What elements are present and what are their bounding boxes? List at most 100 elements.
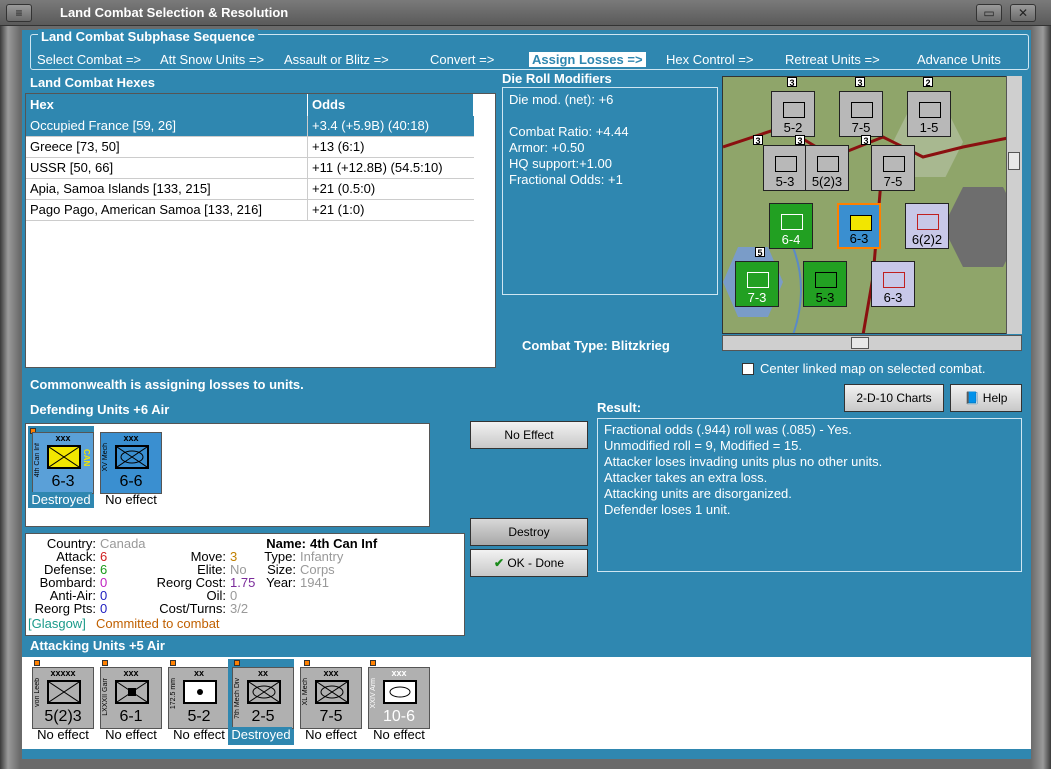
hex-row[interactable]: USSR [50, 66] +11 (+12.8B) (54.5:10) — [26, 158, 474, 179]
unit-size: xxxxx — [50, 668, 76, 678]
status-dot — [102, 660, 108, 666]
result-line: Fractional odds (.944) roll was (.085) -… — [604, 422, 852, 437]
attacking-unit[interactable]: xxx LXXXII Garr 6-1 — [100, 667, 162, 729]
unit-status: No effect — [373, 727, 425, 742]
unit-symbol — [883, 156, 905, 172]
map-unit[interactable]: 5-3 — [763, 145, 807, 191]
close-button[interactable]: ✕ — [1010, 4, 1036, 22]
unit-status: Destroyed — [30, 492, 92, 507]
window-menu-button[interactable]: ≡ — [6, 4, 32, 22]
window-titlebar: ≡ Land Combat Selection & Resolution ▭ ✕ — [0, 0, 1051, 26]
attacking-unit[interactable]: xx 172.5 mm 5-2 — [168, 667, 230, 729]
result-box: Fractional odds (.944) roll was (.085) -… — [597, 418, 1022, 572]
map-unit-label: 6-3 — [849, 231, 869, 246]
status-dot — [234, 660, 240, 666]
map-vertical-scrollbar[interactable] — [1006, 76, 1022, 334]
assigning-message: Commonwealth is assigning losses to unit… — [30, 377, 304, 392]
center-map-checkbox[interactable] — [742, 363, 754, 375]
modifier-spacer — [509, 108, 711, 124]
hex-row[interactable]: Pago Pago, American Samoa [133, 216] +21… — [26, 200, 474, 221]
map-unit[interactable]: 7-5 — [839, 91, 883, 137]
unit-size: xxx — [123, 433, 139, 443]
ok-done-label: OK - Done — [507, 556, 565, 570]
help-book-icon: 📘 — [964, 391, 980, 405]
status-dot — [304, 660, 310, 666]
defending-title: Defending Units +6 Air — [30, 402, 170, 417]
modifier-line: Combat Ratio: +4.44 — [509, 124, 629, 139]
unit-name: 172.5 mm — [170, 678, 177, 710]
combat-type: Combat Type: Blitzkrieg — [522, 338, 670, 353]
map-unit-selected[interactable]: 6-3 — [837, 203, 881, 249]
costturns-label: Cost/Turns: — [159, 601, 226, 616]
year-label: Year: — [266, 575, 296, 590]
step-advance-units: Advance Units — [917, 52, 1001, 67]
unit-size: xxx — [123, 668, 139, 678]
unit-size: xxx — [391, 668, 407, 678]
unit-combat-status: Committed to combat — [96, 616, 220, 631]
destroy-button[interactable]: Destroy — [470, 518, 588, 546]
defending-unit[interactable]: xxx 4th Can Inf CAN 6-3 — [32, 432, 94, 494]
subphase-title: Land Combat Subphase Sequence — [38, 29, 258, 44]
center-map-option[interactable]: Center linked map on selected combat. — [742, 361, 985, 376]
attacking-unit[interactable]: xxx XXIV Arm 10-6 — [368, 667, 430, 729]
linked-map[interactable]: 5-2 3 7-5 3 1-5 2 5-3 3 5(2)3 3 7-5 3 6-… — [722, 76, 1022, 334]
map-unit[interactable]: 6-3 — [871, 261, 915, 307]
scroll-thumb[interactable] — [851, 337, 869, 349]
scroll-thumb[interactable] — [1008, 152, 1020, 170]
attacking-units-box: xxxxx von Leeb 5(2)3 No effect xxx LXXXI… — [22, 657, 1031, 749]
attacking-unit[interactable]: xx 7th Mech Div 2-5 — [232, 667, 294, 729]
step-assign-losses: Assign Losses => — [529, 52, 646, 67]
minimize-button[interactable]: ▭ — [976, 4, 1002, 22]
country-tag: CAN — [82, 449, 91, 467]
reorgpts-value: 0 — [100, 601, 108, 616]
stack-badge: 3 — [787, 77, 797, 88]
map-unit[interactable]: 1-5 — [907, 91, 951, 137]
hex-row[interactable]: Greece [73, 50] +13 (6:1) — [26, 137, 474, 158]
infantry-symbol-icon — [47, 680, 81, 704]
year-value: 1941 — [300, 575, 329, 590]
unit-status: No effect — [105, 492, 157, 507]
unit-size: xx — [257, 668, 268, 678]
attacking-unit[interactable]: xxx XL Mech 7-5 — [300, 667, 362, 729]
unit-symbol — [781, 214, 803, 230]
result-line: Defender loses 1 unit. — [604, 502, 731, 517]
map-unit[interactable]: 5(2)3 — [805, 145, 849, 191]
unit-strength: 6-6 — [119, 473, 143, 490]
map-unit[interactable]: 6(2)2 — [905, 203, 949, 249]
map-unit[interactable]: 7-3 — [735, 261, 779, 307]
status-dot — [370, 660, 376, 666]
map-unit[interactable]: 5-3 — [803, 261, 847, 307]
unit-name: von Leeb — [34, 678, 41, 707]
hex-row[interactable]: Occupied France [59, 26] +3.4 (+5.9B) (4… — [26, 116, 474, 137]
unit-info-box: Country: Canada Attack: 6 Defense: 6 Bom… — [25, 533, 465, 636]
unit-status: Destroyed — [230, 727, 292, 742]
charts-button[interactable]: 2-D-10 Charts — [844, 384, 944, 412]
step-select-combat: Select Combat => — [37, 52, 142, 67]
infantry-symbol-icon — [47, 445, 81, 469]
unit-symbol — [815, 272, 837, 288]
result-line: Attacker takes an extra loss. — [604, 470, 768, 485]
stack-badge: 3 — [795, 135, 805, 146]
attacking-unit[interactable]: xxxxx von Leeb 5(2)3 — [32, 667, 94, 729]
odds-column-header[interactable]: Odds — [308, 94, 474, 116]
unit-size: xxx — [55, 433, 71, 443]
map-unit[interactable]: 7-5 — [871, 145, 915, 191]
map-horizontal-scrollbar[interactable] — [722, 335, 1022, 351]
unit-name: XXIV Arm — [370, 678, 377, 709]
map-unit[interactable]: 6-4 — [769, 203, 813, 249]
unit-location: [Glasgow] — [28, 616, 86, 631]
result-title: Result: — [597, 400, 642, 415]
no-effect-button[interactable]: No Effect — [470, 421, 588, 449]
map-unit-label: 5-2 — [783, 120, 803, 135]
unit-strength: 6-3 — [51, 473, 75, 490]
hex-row[interactable]: Apia, Samoa Islands [133, 215] +21 (0.5:… — [26, 179, 474, 200]
map-unit-label: 7-5 — [883, 174, 903, 189]
help-button[interactable]: 📘 Help — [950, 384, 1022, 412]
hex-column-header[interactable]: Hex — [26, 94, 308, 116]
ok-done-button[interactable]: ✔ OK - Done — [470, 549, 588, 577]
step-att-snow-units: Att Snow Units => — [160, 52, 265, 67]
map-unit[interactable]: 5-2 — [771, 91, 815, 137]
unit-symbol — [851, 102, 873, 118]
unit-status: No effect — [105, 727, 157, 742]
defending-unit[interactable]: xxx XV Mech 6-6 — [100, 432, 162, 494]
